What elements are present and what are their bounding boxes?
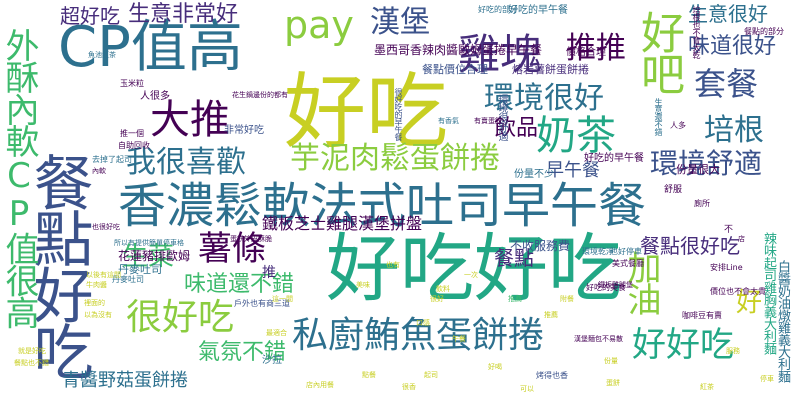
word-taste-not-bad: 味道還不錯 [184, 272, 295, 297]
word-meal-part: 餐點的部分 [744, 27, 784, 36]
word-just-tasty: 就是好吃 [18, 347, 46, 355]
word-parking-spaces: 所以有提供簡單停車格 [114, 239, 184, 247]
word-business-very-good: 生意非常好 [128, 2, 239, 27]
word-hualien-pork-omelette: 花蓮豬排歐姆 [118, 249, 191, 263]
word-portion-large: 份量很大 [676, 163, 720, 176]
word-price-reasonable: 餐點價位合理 [422, 63, 488, 76]
word-okay: 可以 [520, 385, 534, 393]
word-recommended: 推薦 [544, 311, 558, 319]
word-danish-toast: 丹麥吐司 [118, 263, 162, 276]
word-soft-inside: 內軟 [92, 167, 106, 175]
word-coffee-beans: 咖啡豆有賣 [682, 311, 722, 320]
word-haoba-vertical: 好吧 [633, 10, 684, 93]
word-texture: 口感 [416, 319, 430, 327]
word-tui: 推 [262, 265, 276, 281]
word-iron-chicken: 鐵板雞腿堡 [598, 281, 633, 289]
word-fish-pond-tea: 魚池紅茶 [88, 51, 116, 59]
word-peanut-edge: 花生鍋邊份的都有 [232, 91, 288, 99]
word-side-dish: 附餐 [560, 295, 574, 303]
word-bun-firm: 漢堡麵包不易散 [574, 335, 623, 343]
word-taro-egg-roll: 芋泥肉鬆蛋餅捲 [290, 141, 500, 176]
word-toilet: 廁所 [694, 199, 710, 208]
word-once: 一次 [464, 271, 478, 279]
word-very-good: 很好 [430, 295, 444, 303]
word-best-fit: 最適合 [266, 329, 287, 337]
word-black-tea: 紅茶 [700, 383, 714, 391]
word-fragrant: 很香 [402, 383, 416, 391]
word-no-cheese: 去掉了起司 [92, 155, 132, 164]
word-this-one: 這一間 [272, 295, 293, 303]
word-self-recycle: 自助回收 [118, 141, 150, 150]
word-portion: 份量 [604, 357, 618, 365]
word-very-tasty: 非常好吃 [224, 125, 264, 136]
word-also-tasty: 也很好吃 [92, 223, 120, 231]
word-haohaochi: 好好吃 [632, 325, 734, 365]
word-toasted-fragrant: 烤得也香 [536, 371, 568, 380]
word-haochi-haochi: 好吃好吃 [326, 226, 622, 312]
word-recommend-small: 推薦 [508, 295, 522, 303]
word-american-diner: 美式餐廳 [612, 259, 644, 268]
word-cheese: 起司 [424, 371, 438, 379]
word-inside: 裡面的 [84, 299, 105, 307]
word-cloud: 好吃 好吃好吃 香濃鬆軟法式吐司早午餐 CP值高 餐點好吃 外酥內軟CP值很高 … [0, 0, 800, 400]
word-brunch: 早午餐 [546, 160, 600, 181]
word-also-have: 也有 [386, 261, 400, 269]
word-hash-brown-roll: 熔岩薯餅蛋餅捲 [512, 63, 589, 76]
word-beverage: 飲料 [436, 285, 450, 293]
word-clean-environment: 環境乾淨 [582, 247, 614, 256]
word-portion-not-small: 份量不少 [514, 169, 554, 180]
word-cream-chicken-pasta-vertical: 白醬奶油燉雞義大利麵 [775, 260, 790, 383]
word-business-not-bad-vertical: 生意還不錯 [654, 98, 663, 136]
word-tasty-food: 美味 [356, 281, 370, 289]
word-salad: 沙拉 [262, 355, 282, 366]
word-super-delicious: 超好吃 [60, 4, 120, 28]
word-no-service-charge: 不收服務費 [510, 239, 571, 253]
word-good-drink: 好喝 [488, 363, 502, 371]
word-cp-value-high: CP值高 [58, 15, 243, 80]
word-thought-none: 以為沒有 [84, 311, 112, 319]
word-sells-egg-rolls: 有賣蛋餅 [474, 117, 502, 125]
word-shop: 店 [738, 235, 745, 243]
word-set-meal: 套餐 [694, 65, 759, 103]
word-order: 點餐 [362, 371, 376, 379]
word-taste-good: 味道很好 [688, 34, 777, 59]
word-crispy-cp-vertical: 外酥內軟CP值很高 [0, 28, 39, 328]
word-service: 服務 [726, 347, 740, 355]
word-many-people: 人多 [670, 121, 686, 130]
word-egg-roll: 蛋餅 [606, 379, 620, 387]
word-recommend-one: 推一個 [120, 129, 144, 138]
word-milk-tea: 奶茶 [536, 113, 616, 159]
word-with-this-shop: 以後有這間 [86, 271, 121, 279]
word-bacon: 培根 [704, 113, 764, 148]
word-corn: 玉米粒 [120, 79, 144, 88]
word-very-delicious: 很好吃 [126, 297, 235, 338]
word-beef-sauce: 牛肉醬 [86, 281, 107, 289]
word-i-like-it: 我很喜歡 [126, 145, 246, 180]
word-lunch: 午餐 [452, 335, 466, 343]
word-parking: 停車 [760, 375, 774, 383]
word-meal-not-bad: 餐點也不錯 [14, 359, 49, 367]
word-comfy: 舒服 [664, 185, 683, 195]
word-burger: 漢堡 [370, 5, 430, 40]
word-price-not-expensive: 價位也不會太貴 [710, 287, 766, 296]
word-crowded: 人很多 [140, 91, 170, 102]
word-price-fair: 價格合理 [566, 47, 606, 58]
word-tasty-part: 好吃的部分 [478, 5, 518, 14]
word-line-arrange: 安排Line [710, 263, 743, 272]
word-mexican-omelette: 墨西哥香辣肉醬歐姆蛋捲早午餐 [374, 43, 543, 57]
word-iron-chicken-burger: 鐵板芝士雞腿漢堡拼盤 [262, 214, 423, 233]
word-pesto-egg-roll: 青醬野菇蛋餅捲 [62, 370, 188, 391]
word-bacon-not-dry-vertical: 培根也不會太乾 [692, 6, 701, 59]
word-good-brunch: 好吃的早午餐 [584, 153, 644, 164]
word-meal-very-delicious: 餐點很好吃 [640, 234, 740, 258]
word-easy-parking: 也好停車 [610, 247, 642, 256]
word-dine-in: 店內用餐 [306, 381, 334, 389]
word-crispy-egg-roll: 蛋餅外皮酥脆 [230, 235, 272, 243]
word-has-aroma: 有香氣 [438, 117, 459, 125]
word-bu: 不 [724, 225, 734, 235]
word-pay: pay [284, 3, 354, 47]
word-very-good-brunch-vertical: 很好吃的早午餐 [394, 88, 403, 141]
word-recommend: 大推 [150, 97, 230, 143]
